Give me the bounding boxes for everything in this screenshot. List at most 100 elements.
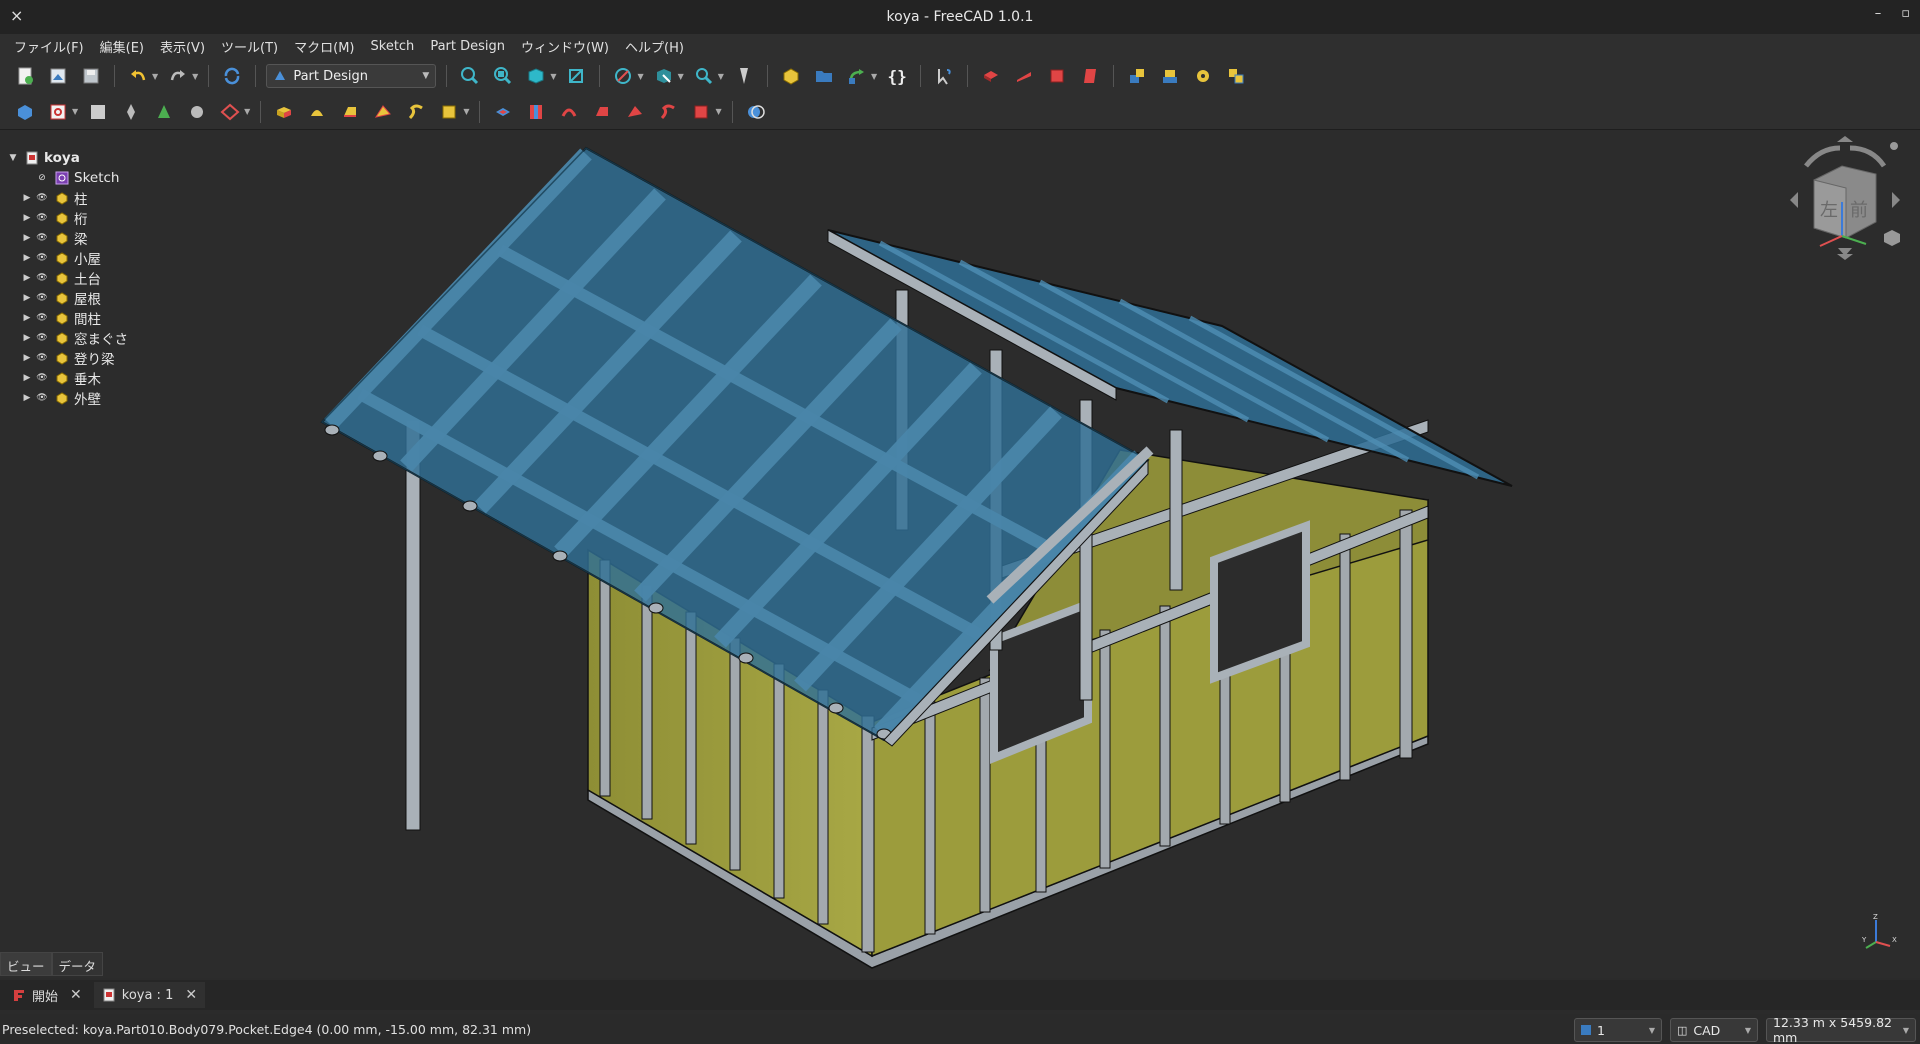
menu-macro[interactable]: マクロ(M)	[286, 37, 362, 56]
datum-dropdown-arrow[interactable]: ▼	[244, 107, 250, 116]
visibility-eye-icon[interactable]: 👁	[34, 273, 50, 283]
create-body-button[interactable]	[12, 99, 38, 125]
view-left-arrow-icon[interactable]	[1790, 192, 1798, 208]
tree-item[interactable]: ▶ 👁 梁	[6, 228, 226, 248]
chevron-right-icon[interactable]: ▶	[20, 293, 34, 303]
minimize-button[interactable]: –	[1875, 6, 1882, 21]
menu-sketch[interactable]: Sketch	[363, 39, 423, 54]
fit-selection-button[interactable]	[490, 63, 516, 89]
create-group-button[interactable]	[811, 63, 837, 89]
revolution-button[interactable]	[304, 99, 330, 125]
hole-button[interactable]	[523, 99, 549, 125]
menu-edit[interactable]: 編集(E)	[92, 37, 152, 56]
visibility-eye-icon[interactable]: 👁	[34, 393, 50, 403]
new-document-button[interactable]	[12, 63, 38, 89]
menu-window[interactable]: ウィンドウ(W)	[513, 37, 617, 56]
3d-viewport[interactable]: ▼ koya ⊘ Sketch ▶ 👁 柱 ▶ 👁 桁 ▶ 👁 梁 ▶ 👁 小屋 ▶ 👁 土台 ▶ 👁 屋根 ▶ 👁 間柱 ▶…	[0, 130, 1920, 978]
loft-button[interactable]	[337, 99, 363, 125]
rotate-left-arrow-icon[interactable]	[1804, 145, 1841, 168]
small-cube-icon[interactable]	[1884, 230, 1900, 246]
macro-button[interactable]: {}	[884, 63, 910, 89]
rotate-right-arrow-icon[interactable]	[1849, 145, 1887, 168]
navigation-style-selector[interactable]: ◫ CAD ▼	[1670, 1018, 1758, 1042]
helix-button[interactable]	[403, 99, 429, 125]
tab-data[interactable]: データ	[51, 952, 104, 976]
link-dropdown-arrow[interactable]: ▼	[871, 72, 877, 81]
maximize-button[interactable]: ▫	[1901, 6, 1910, 21]
tree-item[interactable]: ▶ 👁 小屋	[6, 248, 226, 268]
refresh-button[interactable]	[219, 63, 245, 89]
pd-body-view-button[interactable]	[978, 63, 1004, 89]
tree-item[interactable]: ▶ 👁 窓まぐさ	[6, 328, 226, 348]
menu-part-design[interactable]: Part Design	[422, 39, 513, 54]
selection-dropdown-arrow[interactable]: ▼	[678, 72, 684, 81]
tree-item[interactable]: ▶ 👁 土台	[6, 268, 226, 288]
tree-item[interactable]: ▶ 👁 柱	[6, 188, 226, 208]
redo-dropdown-arrow[interactable]: ▼	[192, 72, 198, 81]
tree-root[interactable]: ▼ koya	[6, 148, 226, 168]
draw-style-dropdown-arrow[interactable]: ▼	[637, 72, 643, 81]
fit-all-button[interactable]	[457, 63, 483, 89]
menu-dot-icon[interactable]	[1890, 142, 1898, 150]
chevron-right-icon[interactable]: ▶	[20, 233, 34, 243]
tree-item[interactable]: ⊘ Sketch	[6, 168, 226, 188]
visibility-eye-icon[interactable]: 👁	[34, 353, 50, 363]
tree-item[interactable]: ▶ 👁 間柱	[6, 308, 226, 328]
chevron-right-icon[interactable]: ▶	[20, 393, 34, 403]
chevron-right-icon[interactable]: ▶	[20, 273, 34, 283]
tab-koya[interactable]: koya : 1 ✕	[93, 982, 206, 1008]
page-selector[interactable]: 1 ▼	[1574, 1018, 1662, 1042]
assembly-button-4[interactable]	[1223, 63, 1249, 89]
link-button[interactable]	[844, 63, 870, 89]
view-up-arrow-icon[interactable]	[1837, 136, 1853, 142]
save-document-button[interactable]	[78, 63, 104, 89]
open-document-button[interactable]	[45, 63, 71, 89]
visibility-eye-icon[interactable]: 👁	[34, 313, 50, 323]
standard-views-button[interactable]	[523, 63, 549, 89]
close-tab-icon[interactable]: ✕	[70, 987, 82, 1003]
tab-view[interactable]: ビュー	[0, 952, 52, 976]
chevron-right-icon[interactable]: ▶	[20, 213, 34, 223]
house-frame-model[interactable]	[0, 130, 1920, 978]
view-right-arrow-icon[interactable]	[1892, 192, 1900, 208]
redo-button[interactable]	[165, 63, 191, 89]
menu-file[interactable]: ファイル(F)	[6, 37, 92, 56]
dimension-readout[interactable]: 12.33 m x 5459.82 mm ▼	[1766, 1015, 1916, 1044]
assembly-button-2[interactable]	[1157, 63, 1183, 89]
workbench-selector[interactable]: Part Design ▼	[266, 64, 437, 88]
clone-button[interactable]	[184, 99, 210, 125]
whats-this-button[interactable]	[931, 63, 957, 89]
pd-tool-button-4[interactable]	[1077, 63, 1103, 89]
chevron-right-icon[interactable]: ▶	[20, 313, 34, 323]
visibility-eye-icon[interactable]: 👁	[34, 333, 50, 343]
create-part-button[interactable]	[778, 63, 804, 89]
visibility-eye-icon[interactable]: 👁	[34, 293, 50, 303]
menu-tools[interactable]: ツール(T)	[213, 37, 286, 56]
subtractive-pipe-button[interactable]	[622, 99, 648, 125]
pd-tool-button-2[interactable]	[1011, 63, 1037, 89]
chevron-right-icon[interactable]: ▶	[20, 193, 34, 203]
shape-binder-button[interactable]	[118, 99, 144, 125]
additive-primitive-button[interactable]	[436, 99, 462, 125]
chevron-right-icon[interactable]: ▶	[20, 373, 34, 383]
pipe-button[interactable]	[370, 99, 396, 125]
measure-button[interactable]	[691, 63, 717, 89]
visibility-eye-icon[interactable]: 👁	[34, 193, 50, 203]
visibility-eye-icon[interactable]: 👁	[34, 253, 50, 263]
views-dropdown-arrow[interactable]: ▼	[550, 72, 556, 81]
tree-item[interactable]: ▶ 👁 垂木	[6, 368, 226, 388]
ruler-button[interactable]	[731, 63, 757, 89]
pd-tool-button-3[interactable]	[1044, 63, 1070, 89]
tree-item[interactable]: ▶ 👁 桁	[6, 208, 226, 228]
pocket-button[interactable]	[490, 99, 516, 125]
tree-item[interactable]: ▶ 👁 登り梁	[6, 348, 226, 368]
tree-item[interactable]: ▶ 👁 屋根	[6, 288, 226, 308]
selection-filter-button[interactable]	[651, 63, 677, 89]
groove-button[interactable]	[556, 99, 582, 125]
undo-button[interactable]	[125, 63, 151, 89]
additive-dropdown-arrow[interactable]: ▼	[463, 107, 469, 116]
hidden-eye-icon[interactable]: ⊘	[34, 173, 50, 183]
menu-view[interactable]: 表示(V)	[152, 37, 213, 56]
create-sketch-button[interactable]	[45, 99, 71, 125]
draw-style-button[interactable]	[610, 63, 636, 89]
